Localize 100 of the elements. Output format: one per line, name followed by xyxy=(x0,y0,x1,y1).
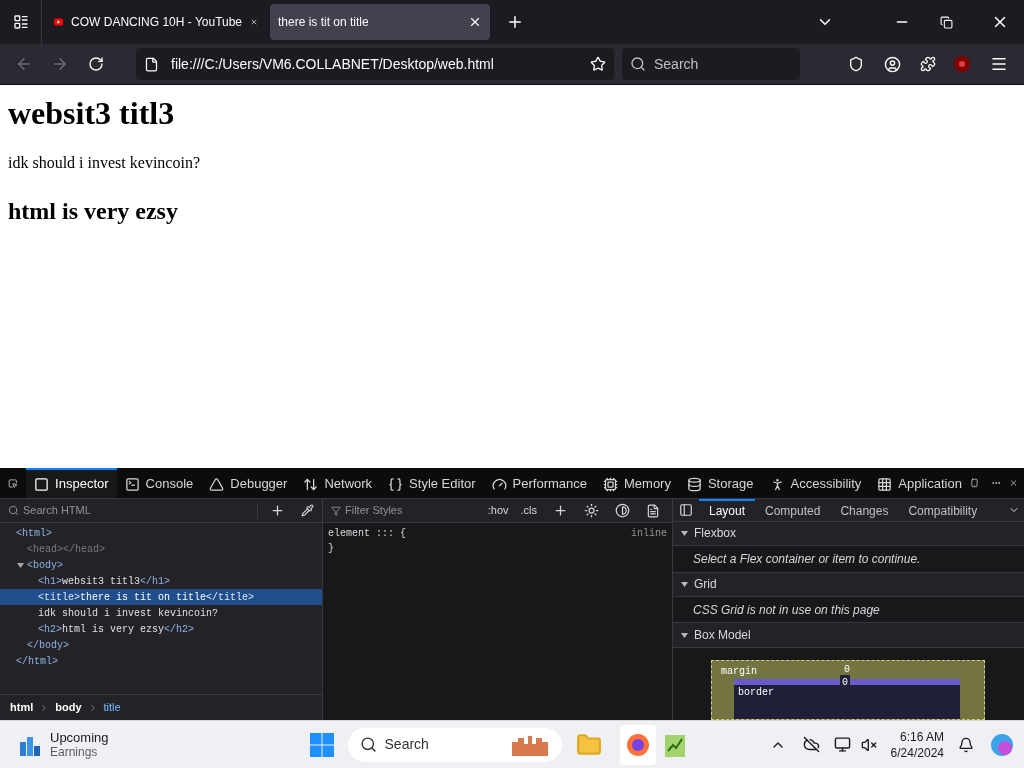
chip-icon xyxy=(603,476,618,492)
markup-line[interactable]: </body> xyxy=(0,637,322,653)
widget-subtitle: Earnings xyxy=(50,744,98,760)
database-icon xyxy=(686,476,702,492)
search-icon xyxy=(8,505,19,516)
tab-title: there is tit on title xyxy=(278,14,370,31)
section-message: Select a Flex container or item to continue. xyxy=(673,546,1024,573)
sidebar-tab[interactable]: Compatibility xyxy=(898,499,988,521)
markup-line[interactable]: <head></head> xyxy=(0,541,322,557)
arrows-icon xyxy=(303,476,319,492)
taskbar-search-field[interactable]: Search xyxy=(347,727,562,762)
building-icon xyxy=(509,733,550,756)
sidebar-tab[interactable]: Layout xyxy=(699,499,756,521)
devtools-tab[interactable]: Accessibility xyxy=(761,468,870,498)
section-message: CSS Grid is not in use on this page xyxy=(673,597,1024,624)
devtools-tab[interactable]: Style Editor xyxy=(380,468,484,498)
terminal-icon xyxy=(124,476,140,492)
devtools-tab[interactable]: Console xyxy=(116,468,202,498)
gauge-icon xyxy=(491,476,507,492)
account-icon[interactable] xyxy=(884,55,901,73)
start-icon[interactable] xyxy=(309,732,334,757)
tab-list-icon[interactable] xyxy=(12,14,29,30)
forward-icon[interactable] xyxy=(51,55,69,73)
search-field[interactable]: Search xyxy=(622,48,800,80)
breadcrumb[interactable]: body xyxy=(55,699,82,716)
browser-tab[interactable]: COW DANCING 10H - YouTube xyxy=(46,4,266,40)
add-node-icon[interactable] xyxy=(270,503,285,518)
rule-selector: element ::: { xyxy=(328,527,407,541)
sidebar-toggle-icon[interactable] xyxy=(679,502,693,517)
bell-icon[interactable] xyxy=(958,736,974,753)
extension-badge-icon[interactable] xyxy=(954,56,970,72)
clock-time[interactable]: 6:16 AM xyxy=(899,728,944,745)
rule-source: inline xyxy=(631,527,667,541)
back-icon[interactable] xyxy=(15,55,33,73)
margin-label: margin xyxy=(721,666,757,677)
breadcrumb[interactable]: title xyxy=(103,699,121,716)
new-tab-icon[interactable] xyxy=(506,13,524,31)
tab-title: COW DANCING 10H - YouTube xyxy=(71,14,243,31)
cloud-off-icon[interactable] xyxy=(802,736,820,753)
bookmark-star-icon[interactable] xyxy=(590,56,606,72)
address-bar[interactable]: file:///C:/Users/VM6.COLLABNET/Desktop/web.html xyxy=(136,48,614,80)
expand-arrow-icon[interactable] xyxy=(681,581,688,587)
devtools-tab[interactable]: Debugger xyxy=(201,468,296,498)
restore-icon[interactable] xyxy=(940,15,953,29)
markup-line[interactable]: </html> xyxy=(0,653,322,669)
notepad-app-icon[interactable] xyxy=(663,732,686,757)
devtools-tab[interactable]: Memory xyxy=(595,468,679,498)
sidebar-tab[interactable]: Changes xyxy=(830,499,899,521)
extensions-icon[interactable] xyxy=(920,56,936,72)
devtools-tab[interactable]: Network xyxy=(295,468,381,498)
contrast-icon[interactable] xyxy=(615,503,630,518)
eyedropper-icon[interactable] xyxy=(301,504,314,517)
file-icon xyxy=(144,56,159,72)
add-rule-icon[interactable] xyxy=(553,503,568,518)
devtools-tab[interactable]: Inspector xyxy=(26,468,117,498)
class-toggle[interactable]: .cls xyxy=(520,502,537,519)
reload-icon[interactable] xyxy=(88,56,104,72)
volume-muted-icon[interactable] xyxy=(860,736,877,753)
expand-arrow-icon[interactable] xyxy=(681,530,688,536)
video-play-icon xyxy=(54,16,64,28)
monitor-icon[interactable] xyxy=(833,736,851,753)
square-icon xyxy=(34,476,50,492)
braces-icon xyxy=(388,476,404,492)
page-paragraph: idk should i invest kevincoin? xyxy=(8,153,201,173)
filter-icon xyxy=(331,505,341,516)
filter-styles-field[interactable]: Filter Styles xyxy=(345,502,484,519)
widget-title[interactable]: Upcoming xyxy=(50,729,109,745)
markup-line[interactable]: <h1>websit3 titl3</h1> xyxy=(0,573,322,589)
hover-toggle[interactable]: :hov xyxy=(487,502,509,519)
search-html-field[interactable]: Search HTML xyxy=(23,502,253,519)
markup-line[interactable]: idk should i invest kevincoin? xyxy=(0,605,322,621)
markup-line[interactable]: <h2>html is very ezsy</h2> xyxy=(0,621,322,637)
margin-value: 0 xyxy=(844,663,850,677)
browser-app-icon[interactable] xyxy=(625,732,650,757)
markup-line[interactable]: <body> xyxy=(0,557,322,573)
url-text: file:///C:/Users/VM6.COLLABNET/Desktop/web.html xyxy=(171,54,495,74)
markup-line[interactable]: <html> xyxy=(0,525,322,541)
browser-tab[interactable]: there is tit on title xyxy=(270,4,490,40)
shield-icon[interactable] xyxy=(848,56,864,72)
page-heading: websit3 titl3 xyxy=(8,95,176,131)
breadcrumb[interactable]: html xyxy=(10,699,34,716)
document-icon[interactable] xyxy=(646,503,660,518)
grid-icon xyxy=(877,476,893,492)
expand-arrow-icon[interactable] xyxy=(681,632,688,638)
page-subheading: html is very ezsy xyxy=(8,197,179,226)
clock-date[interactable]: 6/24/2024 xyxy=(890,744,944,761)
devtools-tab[interactable]: Application xyxy=(869,468,970,498)
border-label: border xyxy=(738,687,774,698)
light-scheme-icon[interactable] xyxy=(584,503,599,518)
menu-icon[interactable] xyxy=(990,55,1008,73)
search-icon xyxy=(359,736,377,753)
devtools-tab[interactable]: Performance xyxy=(483,468,595,498)
triangle-icon xyxy=(209,476,225,492)
rule-close-brace: } xyxy=(328,543,334,554)
expand-arrow-icon[interactable] xyxy=(17,562,24,568)
search-icon xyxy=(630,56,646,72)
sidebar-tab[interactable]: Computed xyxy=(755,499,831,521)
copilot-icon[interactable] xyxy=(990,732,1014,757)
devtools-tab[interactable]: Storage xyxy=(678,468,762,498)
close-icon[interactable] xyxy=(468,15,482,29)
